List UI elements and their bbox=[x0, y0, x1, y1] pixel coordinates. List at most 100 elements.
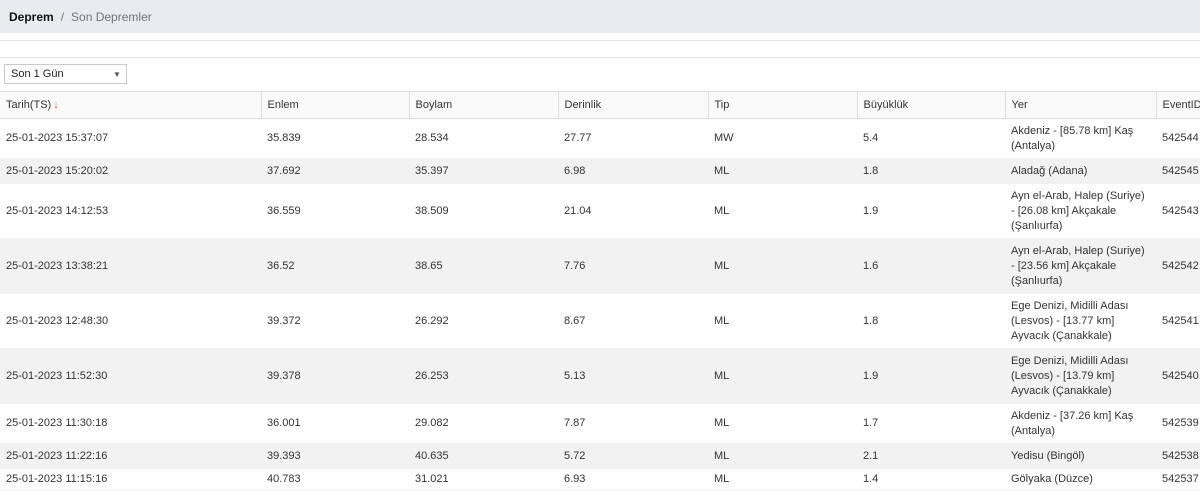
cell-buyukluk: 5.4 bbox=[857, 118, 1005, 159]
cell-tarih: 25-01-2023 12:48:30 bbox=[0, 293, 261, 349]
cell-eventid: 542537 bbox=[1156, 468, 1200, 491]
cell-derinlik: 5.72 bbox=[558, 443, 708, 469]
cell-yer: Yedisu (Bingöl) bbox=[1005, 443, 1156, 469]
cell-derinlik: 8.67 bbox=[558, 293, 708, 349]
table-row[interactable]: 25-01-2023 12:48:30 39.372 26.292 8.67 ML 1.8… bbox=[0, 293, 1200, 349]
cell-tip: ML bbox=[708, 238, 857, 294]
cell-derinlik: 6.98 bbox=[558, 158, 708, 184]
cell-yer: Akdeniz - [85.78 km] Kaş (Antalya) bbox=[1005, 118, 1156, 159]
cell-tarih: 25-01-2023 11:15:16 bbox=[0, 468, 261, 491]
table-row[interactable]: 25-01-2023 15:20:02 37.692 35.397 6.98 ML 1.8… bbox=[0, 158, 1200, 184]
cell-yer: Ayn el-Arab, Halep (Suriye) - [23.56 km]… bbox=[1005, 238, 1156, 294]
cell-enlem: 36.001 bbox=[261, 403, 409, 444]
cell-enlem: 37.692 bbox=[261, 158, 409, 184]
cell-derinlik: 6.93 bbox=[558, 468, 708, 491]
cell-tarih: 25-01-2023 11:30:18 bbox=[0, 403, 261, 444]
table-row[interactable]: 25-01-2023 11:30:18 36.001 29.082 7.87 ML 1.7… bbox=[0, 403, 1200, 444]
cell-yer: Ege Denizi, Midilli Adası (Lesvos) - [13… bbox=[1005, 348, 1156, 404]
cell-yer: Ayn el-Arab, Halep (Suriye) - [26.08 km]… bbox=[1005, 183, 1156, 239]
cell-boylam: 38.65 bbox=[409, 238, 558, 294]
cell-derinlik: 27.77 bbox=[558, 118, 708, 159]
cell-eventid: 542539 bbox=[1156, 403, 1200, 444]
time-range-select[interactable]: Son 1 Gün ▼ bbox=[4, 64, 127, 84]
cell-tarih: 25-01-2023 11:22:16 bbox=[0, 443, 261, 469]
breadcrumb-separator: / bbox=[60, 9, 65, 24]
column-header-yer[interactable]: Yer bbox=[1004, 91, 1156, 119]
cell-buyukluk: 2.1 bbox=[857, 443, 1005, 469]
cell-boylam: 38.509 bbox=[409, 183, 558, 239]
cell-buyukluk: 1.6 bbox=[857, 238, 1005, 294]
cell-enlem: 39.393 bbox=[261, 443, 409, 469]
cell-tip: ML bbox=[708, 403, 857, 444]
breadcrumb-current: Son Depremler bbox=[71, 9, 152, 24]
cell-boylam: 26.253 bbox=[409, 348, 558, 404]
cell-tip: ML bbox=[708, 348, 857, 404]
sort-desc-icon[interactable]: ↓ bbox=[53, 99, 59, 111]
cell-derinlik: 5.13 bbox=[558, 348, 708, 404]
cell-buyukluk: 1.8 bbox=[857, 293, 1005, 349]
column-header-eventid[interactable]: EventID bbox=[1155, 91, 1200, 119]
breadcrumb-root[interactable]: Deprem bbox=[9, 10, 54, 24]
cell-tip: ML bbox=[708, 443, 857, 469]
chevron-down-icon[interactable]: ▼ bbox=[108, 65, 126, 83]
cell-tip: ML bbox=[708, 183, 857, 239]
cell-buyukluk: 1.4 bbox=[857, 468, 1005, 491]
table-row[interactable]: 25-01-2023 13:38:21 36.52 38.65 7.76 ML 1.6 Ay… bbox=[0, 238, 1200, 294]
cell-boylam: 35.397 bbox=[409, 158, 558, 184]
cell-tarih: 25-01-2023 15:20:02 bbox=[0, 158, 261, 184]
table-row[interactable]: 25-01-2023 14:12:53 36.559 38.509 21.04 ML 1.… bbox=[0, 183, 1200, 239]
cell-buyukluk: 1.7 bbox=[857, 403, 1005, 444]
cell-enlem: 39.378 bbox=[261, 348, 409, 404]
cell-derinlik: 7.87 bbox=[558, 403, 708, 444]
cell-buyukluk: 1.9 bbox=[857, 183, 1005, 239]
column-header-derinlik[interactable]: Derinlik bbox=[557, 91, 708, 119]
cell-boylam: 26.292 bbox=[409, 293, 558, 349]
table-row[interactable]: 25-01-2023 11:15:16 40.783 31.021 6.93 ML 1.4… bbox=[0, 468, 1200, 491]
table-row[interactable]: 25-01-2023 11:22:16 39.393 40.635 5.72 ML 2.1… bbox=[0, 443, 1200, 469]
cell-eventid: 542540 bbox=[1156, 348, 1200, 404]
cell-tarih: 25-01-2023 15:37:07 bbox=[0, 118, 261, 159]
cell-yer: Akdeniz - [37.26 km] Kaş (Antalya) bbox=[1005, 403, 1156, 444]
cell-boylam: 40.635 bbox=[409, 443, 558, 469]
toolbar-strip bbox=[0, 40, 1200, 58]
cell-enlem: 39.372 bbox=[261, 293, 409, 349]
cell-derinlik: 21.04 bbox=[558, 183, 708, 239]
cell-enlem: 36.52 bbox=[261, 238, 409, 294]
breadcrumb: Deprem / Son Depremler bbox=[0, 0, 1200, 33]
column-header-enlem[interactable]: Enlem bbox=[260, 91, 409, 119]
time-range-value: Son 1 Gün bbox=[11, 68, 64, 80]
column-header-tip[interactable]: Tip bbox=[707, 91, 857, 119]
cell-buyukluk: 1.9 bbox=[857, 348, 1005, 404]
column-header-boylam[interactable]: Boylam bbox=[408, 91, 558, 119]
cell-enlem: 35.839 bbox=[261, 118, 409, 159]
filter-row: Son 1 Gün ▼ bbox=[0, 58, 1200, 91]
earthquake-table: Tarih(TS) ↓ Enlem Boylam Derinlik Tip Büy… bbox=[0, 91, 1200, 491]
cell-eventid: 542544 bbox=[1156, 118, 1200, 159]
cell-tip: MW bbox=[708, 118, 857, 159]
cell-eventid: 542538 bbox=[1156, 443, 1200, 469]
cell-tarih: 25-01-2023 13:38:21 bbox=[0, 238, 261, 294]
cell-eventid: 542543 bbox=[1156, 183, 1200, 239]
table-row[interactable]: 25-01-2023 11:52:30 39.378 26.253 5.13 ML 1.9… bbox=[0, 348, 1200, 404]
cell-enlem: 36.559 bbox=[261, 183, 409, 239]
column-header-tarih[interactable]: Tarih(TS) ↓ bbox=[0, 91, 261, 119]
cell-tip: ML bbox=[708, 158, 857, 184]
table-header-row: Tarih(TS) ↓ Enlem Boylam Derinlik Tip Büy… bbox=[0, 91, 1200, 119]
cell-yer: Ege Denizi, Midilli Adası (Lesvos) - [13… bbox=[1005, 293, 1156, 349]
table-row[interactable]: 25-01-2023 15:37:07 35.839 28.534 27.77 MW 5.… bbox=[0, 118, 1200, 159]
cell-eventid: 542545 bbox=[1156, 158, 1200, 184]
cell-tarih: 25-01-2023 11:52:30 bbox=[0, 348, 261, 404]
cell-tip: ML bbox=[708, 468, 857, 491]
cell-yer: Gölyaka (Düzce) bbox=[1005, 468, 1156, 491]
cell-tip: ML bbox=[708, 293, 857, 349]
cell-boylam: 29.082 bbox=[409, 403, 558, 444]
cell-tarih: 25-01-2023 14:12:53 bbox=[0, 183, 261, 239]
cell-eventid: 542541 bbox=[1156, 293, 1200, 349]
cell-boylam: 28.534 bbox=[409, 118, 558, 159]
column-header-buyukluk[interactable]: Büyüklük bbox=[856, 91, 1005, 119]
cell-buyukluk: 1.8 bbox=[857, 158, 1005, 184]
cell-eventid: 542542 bbox=[1156, 238, 1200, 294]
cell-yer: Aladağ (Adana) bbox=[1005, 158, 1156, 184]
cell-derinlik: 7.76 bbox=[558, 238, 708, 294]
